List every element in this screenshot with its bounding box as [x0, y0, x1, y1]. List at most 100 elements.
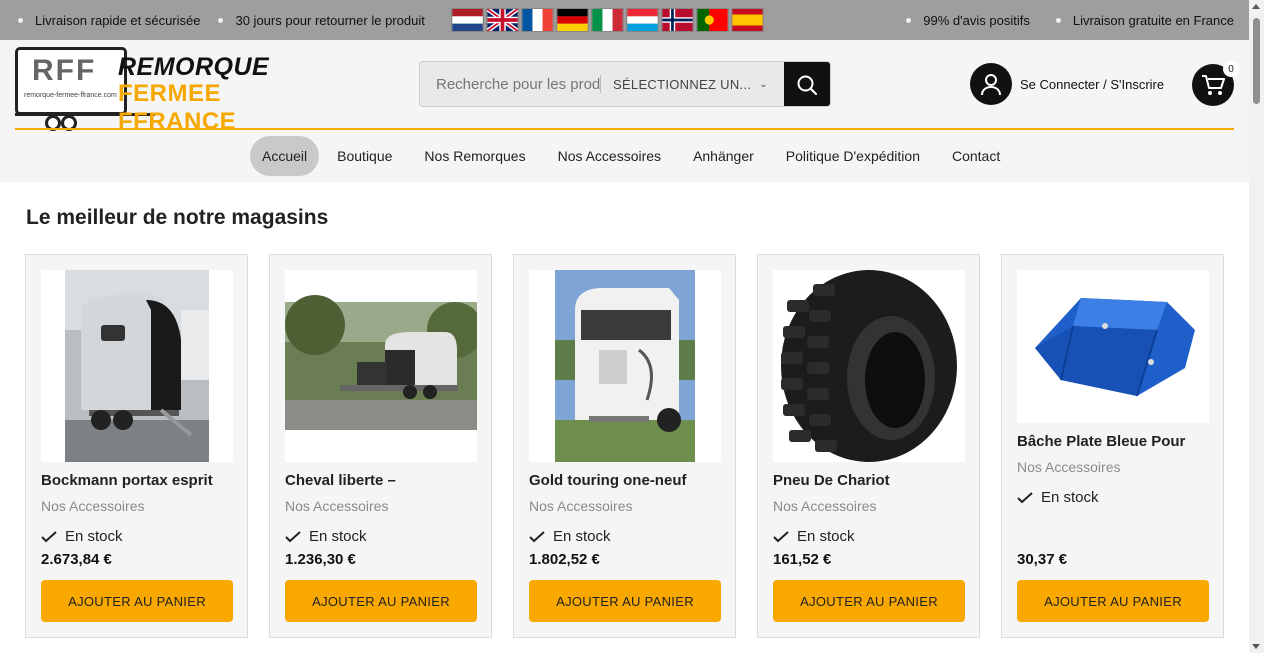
product-card: Cheval liberte – Nos Accessoires En stoc…: [269, 254, 492, 638]
product-image[interactable]: [41, 270, 233, 462]
product-price: 161,52 €: [773, 551, 832, 568]
main-nav: Accueil Boutique Nos Remorques Nos Acces…: [250, 136, 1014, 176]
stock-status: En stock: [529, 528, 611, 545]
stock-status: En stock: [285, 528, 367, 545]
add-to-cart-button[interactable]: AJOUTER AU PANIER: [41, 580, 233, 622]
topbar-text: 99% d'avis positifs: [923, 12, 1030, 28]
account-label: Se Connecter / S'Inscrire: [1020, 76, 1165, 92]
topbar-item: 99% d'avis positifs: [906, 13, 1030, 28]
product-category[interactable]: Nos Accessoires: [773, 498, 876, 514]
product-price: 1.802,52 €: [529, 551, 600, 568]
nav-item-boutique[interactable]: Boutique: [323, 136, 406, 176]
flag-uk-icon[interactable]: [486, 8, 519, 32]
flag-luxembourg-icon[interactable]: [626, 8, 659, 32]
product-price: 2.673,84 €: [41, 551, 112, 568]
product-card: Bâche Plate Bleue Pour Nos Accessoires E…: [1001, 254, 1224, 638]
flag-spain-icon[interactable]: [731, 8, 764, 32]
product-image[interactable]: [529, 270, 721, 462]
nav-item-nos-remorques[interactable]: Nos Remorques: [410, 136, 539, 176]
product-title[interactable]: Bâche Plate Bleue Pour: [1017, 433, 1185, 450]
language-flags: [451, 8, 764, 32]
logo-url: remorque-fermee-ffrance.com: [24, 92, 117, 99]
scroll-up-arrow-icon[interactable]: [1252, 4, 1260, 9]
add-to-cart-button[interactable]: AJOUTER AU PANIER: [529, 580, 721, 622]
add-to-cart-button[interactable]: AJOUTER AU PANIER: [285, 580, 477, 622]
header-divider: [15, 128, 1234, 130]
product-image[interactable]: [285, 270, 477, 462]
logo-text-line1: REMORQUE: [118, 53, 270, 81]
search-button[interactable]: [784, 62, 830, 106]
topbar-item: 30 jours pour retourner le produit: [218, 12, 425, 28]
nav-item-anhanger[interactable]: Anhänger: [679, 136, 768, 176]
search-icon: [797, 75, 818, 96]
nav-item-nos-accessoires[interactable]: Nos Accessoires: [544, 136, 675, 176]
product-category[interactable]: Nos Accessoires: [529, 498, 632, 514]
stock-status: En stock: [41, 528, 123, 545]
nav-item-accueil[interactable]: Accueil: [250, 136, 320, 176]
topbar-item: Livraison gratuite en France: [1055, 12, 1234, 28]
product-card: Bockmann portax esprit Nos Accessoires E…: [25, 254, 248, 638]
product-price: 1.236,30 €: [285, 551, 356, 568]
user-icon: [970, 63, 1012, 105]
section-title: Le meilleur de notre magasins: [26, 206, 329, 229]
stock-status: En stock: [1017, 489, 1099, 506]
add-to-cart-button[interactable]: AJOUTER AU PANIER: [1017, 580, 1209, 622]
topbar-text: Livraison gratuite en France: [1072, 12, 1234, 28]
page: Livraison rapide et sécurisée 30 jours p…: [0, 0, 1264, 653]
scrollbar-thumb[interactable]: [1253, 18, 1260, 104]
nav-item-politique-expedition[interactable]: Politique D'expédition: [772, 136, 934, 176]
topbar-right: 99% d'avis positifs Livraison gratuite e…: [906, 0, 1234, 40]
topbar-text: 30 jours pour retourner le produit: [235, 12, 425, 28]
logo-trailer-icon: RFF remorque-fermee-ffrance.com: [15, 47, 127, 115]
product-category[interactable]: Nos Accessoires: [1017, 459, 1120, 475]
product-category[interactable]: Nos Accessoires: [41, 498, 144, 514]
check-icon: [529, 530, 545, 542]
flag-norway-icon[interactable]: [661, 8, 694, 32]
flag-italy-icon[interactable]: [591, 8, 624, 32]
product-title[interactable]: Gold touring one-neuf: [529, 472, 686, 489]
category-select[interactable]: SÉLECTIONNEZ UN... ⌄: [601, 62, 784, 106]
product-grid: Bockmann portax esprit Nos Accessoires E…: [25, 254, 1224, 638]
product-title[interactable]: Pneu De Chariot: [773, 472, 890, 489]
search-bar: SÉLECTIONNEZ UN... ⌄: [419, 61, 831, 107]
product-image[interactable]: [773, 270, 965, 462]
product-category[interactable]: Nos Accessoires: [285, 498, 388, 514]
topbar-left: Livraison rapide et sécurisée 30 jours p…: [18, 0, 425, 40]
flag-germany-icon[interactable]: [556, 8, 589, 32]
product-title[interactable]: Cheval liberte –: [285, 472, 396, 489]
product-image[interactable]: [1017, 270, 1209, 423]
bullet-icon: [218, 17, 224, 23]
bullet-icon: [906, 17, 912, 23]
topbar-item: Livraison rapide et sécurisée: [18, 13, 200, 28]
check-icon: [285, 530, 301, 542]
category-select-label: SÉLECTIONNEZ UN...: [612, 76, 752, 92]
site-logo[interactable]: RFF remorque-fermee-ffrance.com REMORQUE…: [15, 45, 325, 135]
logo-initials: RFF: [32, 54, 97, 87]
cart-icon: [1202, 75, 1225, 95]
check-icon: [773, 530, 789, 542]
nav-item-contact[interactable]: Contact: [938, 136, 1014, 176]
product-card: Pneu De Chariot Nos Accessoires En stock…: [757, 254, 980, 638]
stock-label: En stock: [309, 528, 367, 545]
page-scrollbar[interactable]: [1249, 0, 1264, 653]
bullet-icon: [18, 17, 23, 23]
product-card: Gold touring one-neuf Nos Accessoires En…: [513, 254, 736, 638]
product-price: 30,37 €: [1017, 551, 1068, 568]
scroll-down-arrow-icon[interactable]: [1252, 644, 1260, 649]
add-to-cart-button[interactable]: AJOUTER AU PANIER: [773, 580, 965, 622]
flag-portugal-icon[interactable]: [696, 8, 729, 32]
stock-status: En stock: [773, 528, 855, 545]
product-title[interactable]: Bockmann portax esprit: [41, 472, 213, 489]
check-icon: [41, 530, 57, 542]
flag-france-icon[interactable]: [521, 8, 554, 32]
site-header: RFF remorque-fermee-ffrance.com REMORQUE…: [0, 40, 1249, 182]
flag-netherlands-icon[interactable]: [451, 8, 484, 32]
stock-label: En stock: [1041, 489, 1099, 506]
stock-label: En stock: [797, 528, 855, 545]
search-input[interactable]: [420, 62, 600, 106]
check-icon: [1017, 491, 1033, 503]
top-info-bar: Livraison rapide et sécurisée 30 jours p…: [0, 0, 1249, 40]
cart-count-badge: 0: [1223, 61, 1239, 77]
account-link[interactable]: Se Connecter / S'Inscrire: [970, 63, 1164, 105]
topbar-text: Livraison rapide et sécurisée: [35, 12, 201, 28]
